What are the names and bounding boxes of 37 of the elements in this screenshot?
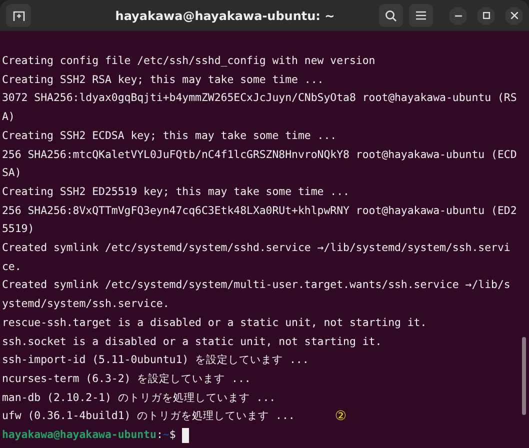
- search-button[interactable]: [379, 4, 403, 27]
- terminal-line: Creating SSH2 RSA key; this may take some time ...: [2, 72, 324, 88]
- terminal-line: 3072 SHA256:ldyax0gqBqjti+b4ymmZW265ECxJcJuyn/CNbSyOta8 root@hayakawa-ubuntu (RS: [2, 90, 517, 106]
- terminal-line: 5519): [2, 221, 34, 238]
- maximize-icon: [482, 12, 490, 19]
- search-icon: [385, 10, 397, 22]
- close-button[interactable]: [505, 6, 523, 24]
- terminal-line: man-db (2.10.2-1) のトリガを処理しています ...: [2, 390, 276, 406]
- terminal-line: ssh-import-id (5.11-0ubuntu1) を設定しています ...: [2, 352, 309, 368]
- terminal-line: Created symlink /etc/systemd/system/multi-user.target.wants/ssh.service →/lib/s: [2, 277, 510, 294]
- terminal-line: Creating SSH2 ED25519 key; this may take some time ...: [2, 184, 350, 200]
- scrollbar[interactable]: [522, 337, 526, 415]
- terminal-line: ystemd/system/ssh.service.: [2, 296, 170, 312]
- terminal-line: A): [2, 109, 15, 126]
- window-title: hayakawa@hayakawa-ubuntu: ~: [114, 8, 336, 24]
- terminal-line: Created symlink /etc/systemd/system/sshd.service →/lib/systemd/system/ssh.servi: [2, 240, 510, 256]
- prompt: hayakawa@hayakawa-ubuntu:~$: [2, 427, 177, 444]
- terminal-line: Creating SSH2 ECDSA key; this may take some time ...: [2, 128, 337, 144]
- menu-button[interactable]: [409, 4, 433, 27]
- terminal-line: ssh.socket is a disabled or a static unit, not starting it.: [2, 334, 382, 350]
- terminal-line: SA): [2, 165, 22, 182]
- annotation-number: ②: [334, 410, 347, 424]
- terminal-line: 256 SHA256:8VxQTTmVgFQ3eyn47cq6C3Etk48LXa0RUt+khlpwRNY root@hayakawa-ubuntu (ED2: [2, 202, 517, 219]
- minimize-icon: [454, 14, 462, 16]
- maximize-button[interactable]: [477, 6, 495, 24]
- terminal-line: ce.: [2, 258, 22, 275]
- minimize-button[interactable]: [449, 6, 467, 24]
- text-cursor: [182, 428, 190, 443]
- menu-icon: [416, 11, 426, 20]
- terminal-line: 256 SHA256:mtcQKaletVYL0JuFQtb/nC4f1lcGRSZN8HnvroNQkY8 root@hayakawa-ubuntu (ECD: [2, 146, 517, 163]
- close-icon: [510, 12, 518, 19]
- terminal-line: Creating config file /etc/ssh/sshd_config with new version: [2, 53, 376, 69]
- new-tab-icon: [12, 10, 24, 22]
- terminal-line: ncurses-term (6.3-2) を設定しています ...: [2, 370, 251, 387]
- terminal-line: ufw (0.36.1-4build1) のトリガを処理しています ...: [2, 408, 295, 424]
- new-tab-button[interactable]: [6, 4, 31, 27]
- terminal-line: rescue-ssh.target is a disabled or a static unit, not starting it.: [2, 314, 427, 331]
